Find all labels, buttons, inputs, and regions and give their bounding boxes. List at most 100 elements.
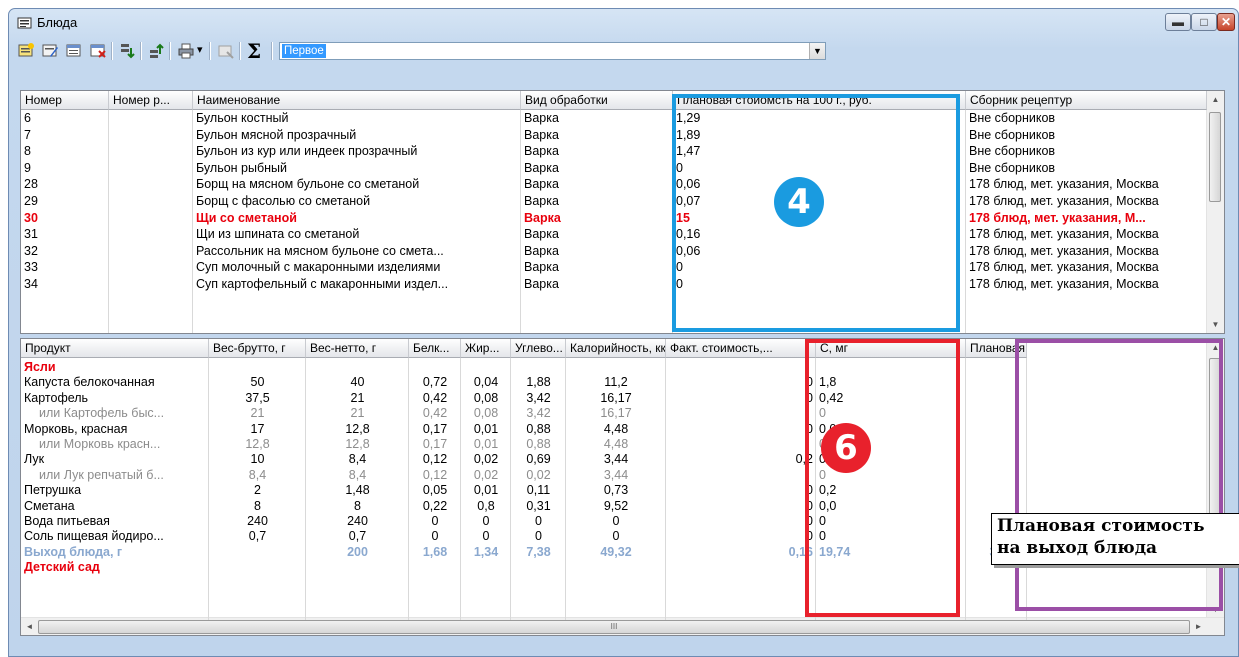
product-cell[interactable]: 0 [666,529,816,544]
product-cell[interactable]: 1,88 [511,375,566,390]
product-cell[interactable]: 0,73 [566,483,666,498]
product-cell[interactable]: 0,42 [409,391,461,406]
dish-cell[interactable]: Борщ с фасолью со сметаной [193,194,521,209]
product-cell[interactable]: 240 [209,514,306,529]
dish-cell[interactable]: Варка [521,260,673,275]
dish-cell[interactable]: Варка [521,227,673,242]
column-header[interactable]: Продукт [21,339,209,358]
product-cell[interactable]: 0,72 [409,375,461,390]
product-cell[interactable]: 10 [209,452,306,467]
product-cell[interactable]: 0 [566,529,666,544]
dish-cell[interactable]: 1,47 [673,144,966,159]
alternative-product-cell[interactable]: 21 [209,406,306,421]
dish-cell[interactable] [109,277,193,292]
product-cell[interactable] [966,391,1027,406]
column-header[interactable]: Наименование [193,91,521,110]
product-cell[interactable]: 8,4 [306,452,409,467]
product-cell[interactable]: 0,01 [461,422,511,437]
product-cell[interactable]: 0 [409,529,461,544]
dish-cell[interactable]: 178 блюд, мет. указания, Москва [966,277,1207,292]
print-dropdown-arrow[interactable]: ▾ [197,43,203,56]
alternative-product-cell[interactable]: 21 [306,406,409,421]
dish-cell[interactable]: 7 [21,128,109,143]
dish-cell[interactable]: 0,06 [673,244,966,259]
dish-cell[interactable] [109,128,193,143]
dish-cell[interactable]: 6 [21,111,109,126]
dish-cell[interactable]: Суп картофельный с макаронными издел... [193,277,521,292]
product-cell[interactable]: 0,2 [666,452,816,467]
dish-cell[interactable]: 178 блюд, мет. указания, Москва [966,177,1207,192]
dish-cell[interactable]: Борщ на мясном бульоне со сметаной [193,177,521,192]
alternative-product-cell[interactable] [966,468,1027,483]
product-cell[interactable]: Вода питьевая [21,514,209,529]
product-cell[interactable]: 0 [511,529,566,544]
product-cell[interactable]: 2 [209,483,306,498]
dish-cell[interactable]: Щи из шпината со сметаной [193,227,521,242]
dish-cell[interactable] [109,111,193,126]
product-cell[interactable]: 0 [409,514,461,529]
ingredients-vertical-scrollbar[interactable]: ▲ ▼ [1206,339,1224,618]
alternative-product-cell[interactable]: 4,48 [566,437,666,452]
product-cell[interactable]: 0,2 [816,483,966,498]
column-header[interactable]: Жир... [461,339,511,358]
product-cell[interactable]: 0,08 [461,391,511,406]
dish-cell[interactable]: 28 [21,177,109,192]
scroll-left-icon[interactable]: ◄ [21,618,38,635]
product-cell[interactable]: 12,8 [306,422,409,437]
dish-cell[interactable]: Варка [521,194,673,209]
product-cell[interactable]: 0,04 [461,375,511,390]
alternative-product-cell[interactable]: 0,12 [409,468,461,483]
product-cell[interactable]: 37,5 [209,391,306,406]
product-cell[interactable]: 40 [306,375,409,390]
dish-cell[interactable] [109,144,193,159]
dish-cell[interactable]: Варка [521,161,673,176]
dish-cell[interactable]: Варка [521,111,673,126]
product-cell[interactable]: 0,7 [209,529,306,544]
dish-cell[interactable]: 178 блюд, мет. указания, Москва [966,244,1207,259]
dish-cell[interactable]: 33 [21,260,109,275]
product-cell[interactable]: 9,52 [566,499,666,514]
product-cell[interactable]: 0 [666,391,816,406]
dish-cell[interactable]: Варка [521,144,673,159]
add-record-icon[interactable] [17,42,35,60]
dish-cell[interactable]: 29 [21,194,109,209]
product-cell[interactable]: 0 [666,422,816,437]
product-cell[interactable]: 0,8 [461,499,511,514]
product-cell[interactable]: Соль пищевая йодиро... [21,529,209,544]
product-cell[interactable]: 3,42 [511,391,566,406]
dish-cell[interactable]: 1,89 [673,128,966,143]
dish-cell[interactable]: Вне сборников [966,111,1207,126]
alternative-product-cell[interactable] [666,406,816,421]
dish-cell[interactable]: Рассольник на мясном бульоне со смета... [193,244,521,259]
dish-cell[interactable]: Варка [521,177,673,192]
product-cell[interactable]: 1,8 [816,375,966,390]
column-header[interactable]: С, мг [816,339,966,358]
product-cell[interactable]: 0 [511,514,566,529]
dish-cell[interactable]: 1,29 [673,111,966,126]
product-cell[interactable]: 0,31 [511,499,566,514]
column-header[interactable]: Вес-нетто, г [306,339,409,358]
alternative-product-cell[interactable]: 3,42 [511,406,566,421]
dishes-vertical-scrollbar[interactable]: ▲ ▼ [1206,91,1224,333]
product-cell[interactable]: 0,88 [511,422,566,437]
dish-cell[interactable] [109,177,193,192]
product-cell[interactable] [966,422,1027,437]
dish-cell[interactable]: 31 [21,227,109,242]
alternative-product-cell[interactable] [966,437,1027,452]
product-cell[interactable]: 240 [306,514,409,529]
close-button[interactable]: ✕ [1217,13,1235,31]
product-cell[interactable]: 50 [209,375,306,390]
product-cell[interactable]: 8 [306,499,409,514]
filter-combobox[interactable]: Первое ▼ [279,42,826,60]
alternative-product-cell[interactable]: 0,08 [461,406,511,421]
column-header[interactable]: Углево... [511,339,566,358]
dish-cell[interactable] [109,244,193,259]
dish-cell[interactable]: 34 [21,277,109,292]
dish-cell[interactable]: Варка [521,128,673,143]
product-cell[interactable]: 0,05 [409,483,461,498]
dish-cell[interactable]: Вне сборников [966,144,1207,159]
product-cell[interactable]: 3,44 [566,452,666,467]
dish-cell[interactable] [109,260,193,275]
dishes-table[interactable]: ▲ ▼ Номер Номер р... Наименование Вид обраб… [20,90,1225,334]
dish-cell[interactable]: Бульон из кур или индеек прозрачный [193,144,521,159]
